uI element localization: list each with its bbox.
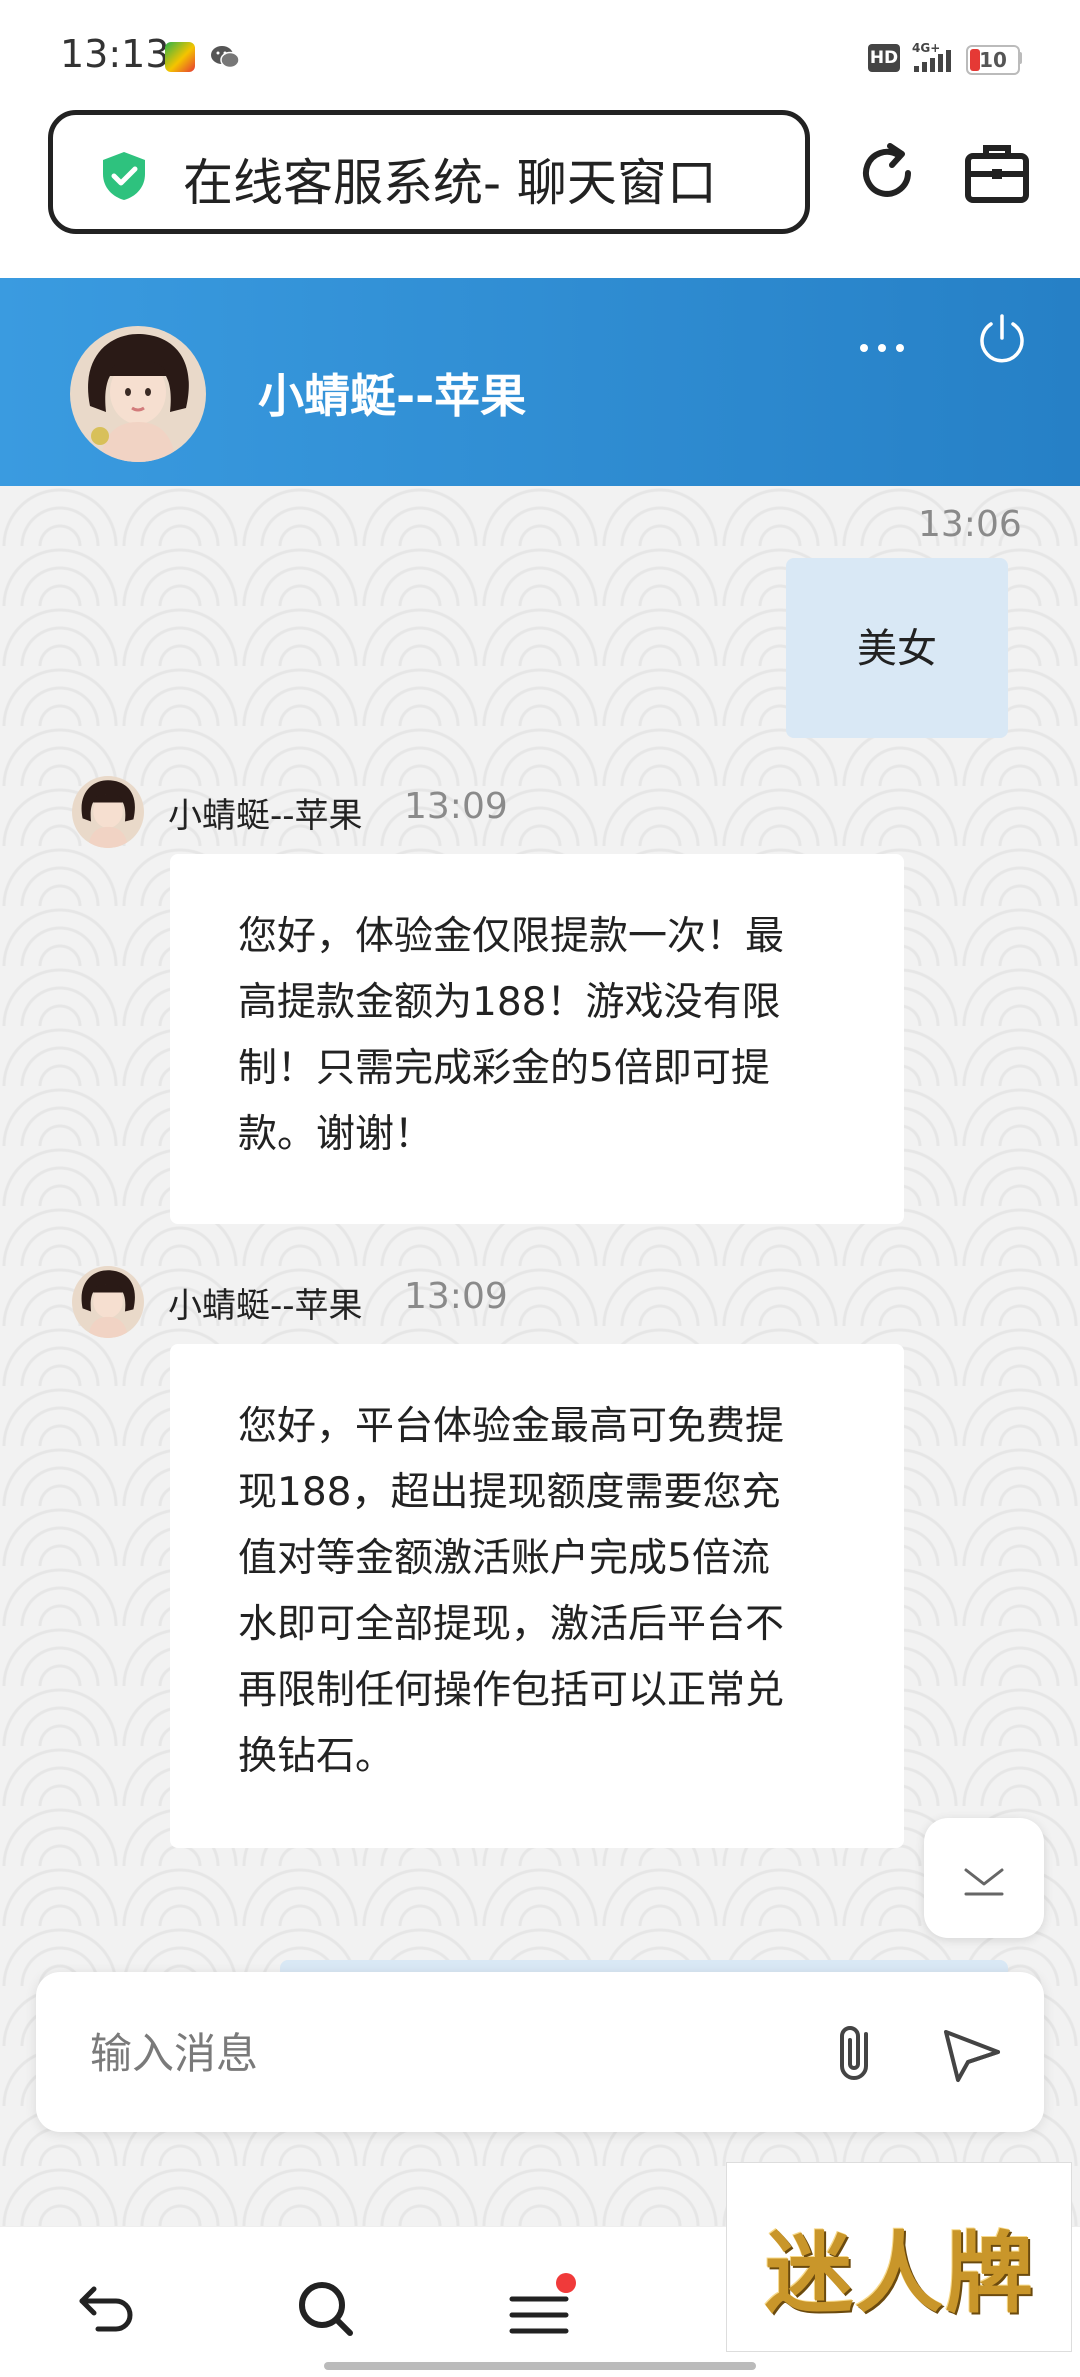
message-line: 高提款金额为188！游戏没有限 [238,980,781,1025]
message-line: 您好，平台体验金最高可免费提 [238,1404,785,1449]
address-bar[interactable]: 在线客服系统- 聊天窗口 [48,110,810,234]
more-icon[interactable] [852,328,912,368]
agent-avatar[interactable] [70,326,206,462]
scroll-to-bottom-button[interactable] [924,1818,1044,1938]
svg-text:4G+: 4G+ [912,41,940,55]
power-icon[interactable] [972,308,1032,368]
chat-header: 小蜻蜓--苹果 [0,278,1080,486]
brand-logo: 迷人牌 [726,2162,1072,2352]
signal-4g-icon: 4G+ [912,41,951,72]
home-indicator[interactable] [324,2362,756,2370]
app-icon [165,42,195,72]
message-text: 美女 [857,626,937,672]
message-line: 款。谢谢！ [238,1112,434,1157]
sender-name: 小蜻蜓--苹果 [168,1286,363,1326]
message-line: 制！只需完成彩金的5倍即可提 [238,1046,770,1091]
wechat-icon [211,46,240,69]
toolbox-icon[interactable] [962,138,1032,208]
message-time: 13:06 [918,504,1022,545]
chat-messages[interactable]: 13:06 美女 小蜻蜓--苹果 13:09 您好，体验金仅限提款一次！最 高提… [0,486,1080,2226]
back-icon[interactable] [72,2273,142,2343]
message-composer [36,1972,1044,2132]
message-line: 您好，体验金仅限提款一次！最 [238,914,785,959]
message-line: 换钻石。 [238,1734,395,1779]
brand-logo-text: 迷人牌 [764,2221,1035,2325]
message-input[interactable] [88,2012,812,2094]
battery-tip [1018,52,1022,64]
search-icon[interactable] [290,2273,360,2343]
notification-dot [556,2273,576,2293]
battery-percent: 10 [979,48,1007,72]
hd-badge: HD [868,44,900,72]
agent-avatar-small[interactable] [72,776,144,848]
agent-avatar-small[interactable] [72,1266,144,1338]
message-line: 现188，超出提现额度需要您充 [238,1470,781,1515]
incoming-message-bubble[interactable]: 您好，平台体验金最高可免费提 现188，超出提现额度需要您充 值对等金额激活账户… [170,1344,904,1848]
paperclip-icon[interactable] [816,2012,896,2092]
agent-name: 小蜻蜓--苹果 [258,369,527,423]
reload-icon[interactable] [852,138,922,208]
battery-icon: 10 [966,45,1020,75]
message-line: 再限制任何操作包括可以正常兑 [238,1668,785,1713]
sender-name: 小蜻蜓--苹果 [168,796,363,836]
message-time: 13:09 [404,1276,508,1317]
incoming-message-bubble[interactable]: 您好，体验金仅限提款一次！最 高提款金额为188！游戏没有限 制！只需完成彩金的… [170,854,904,1224]
send-icon[interactable] [932,2012,1012,2092]
status-bar: 13:13 HD 4G+ 10 [0,0,1080,110]
message-time: 13:09 [404,786,508,827]
chevron-down-icon [964,1868,1004,1896]
menu-button[interactable] [504,2273,584,2343]
status-time: 13:13 [60,32,170,76]
shield-check-icon [103,152,145,200]
message-line: 水即可全部提现，激活后平台不 [238,1602,785,1647]
outgoing-message-bubble[interactable]: 美女 [786,558,1008,738]
message-line: 值对等金额激活账户完成5倍流 [238,1536,770,1581]
page-title: 在线客服系统- 聊天窗口 [183,154,717,212]
